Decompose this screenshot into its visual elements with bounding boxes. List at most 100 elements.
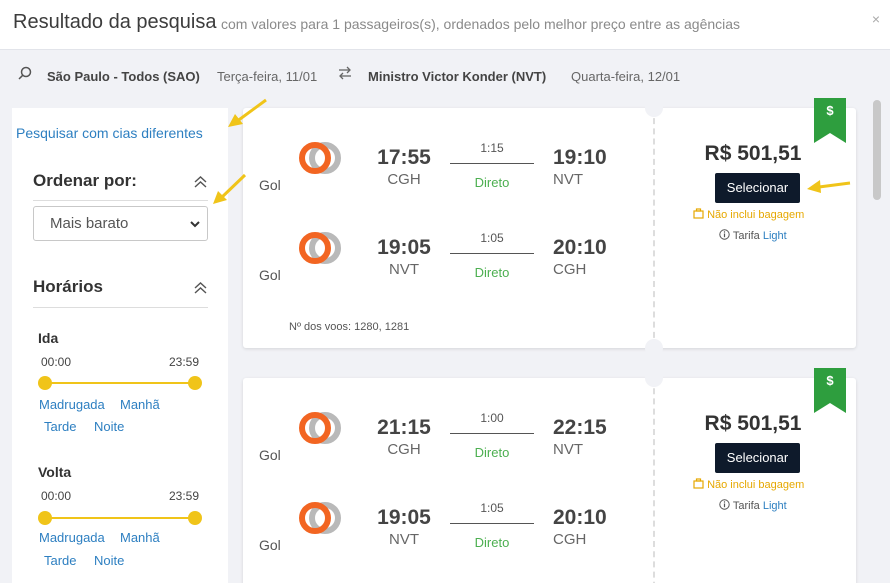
luggage-icon bbox=[693, 478, 704, 489]
fare-info: Tarifa Light bbox=[719, 229, 787, 242]
chevron-up-icon[interactable] bbox=[194, 282, 207, 294]
fare-prefix: Tarifa bbox=[732, 500, 760, 512]
baggage-text: Não inclui bagagem bbox=[707, 479, 805, 491]
baggage-info: Não inclui bagagem bbox=[693, 208, 833, 221]
chevron-down-icon bbox=[190, 221, 200, 228]
return-max-time: 23:59 bbox=[169, 489, 200, 503]
card-divider bbox=[653, 378, 655, 583]
slider-handle-max[interactable] bbox=[188, 511, 202, 525]
card-notch bbox=[645, 99, 663, 117]
duration-line bbox=[450, 163, 534, 164]
scrollbar-thumb[interactable] bbox=[873, 100, 881, 200]
outbound-time-slider[interactable] bbox=[38, 375, 202, 391]
chevron-up-icon[interactable] bbox=[194, 176, 207, 188]
filter-sidebar: Pesquisar com cias diferentes Ordenar po… bbox=[12, 108, 228, 583]
fare-name[interactable]: Light bbox=[763, 500, 787, 512]
return-time-slider[interactable] bbox=[38, 510, 202, 526]
departure-time: 19:05 bbox=[377, 236, 431, 259]
card-divider bbox=[653, 108, 655, 348]
arrival-time: 20:10 bbox=[553, 506, 607, 529]
period-manha[interactable]: Manhã bbox=[120, 397, 160, 412]
badge-symbol: $ bbox=[826, 103, 834, 118]
airline-name: Gol bbox=[259, 537, 281, 553]
departure-airport: NVT bbox=[389, 261, 419, 278]
result-card: Gol 17:55 CGH 1:15 Direto 19:10 NVT Gol … bbox=[243, 98, 856, 357]
stops-label: Direto bbox=[474, 535, 510, 550]
departure-time: 17:55 bbox=[377, 146, 431, 169]
result-card: Gol 21:15 CGH 1:00 Direto 22:15 NVT Gol … bbox=[243, 368, 856, 583]
slider-track bbox=[44, 382, 196, 384]
flight-leg-outbound: Gol 21:15 CGH 1:00 Direto 22:15 NVT bbox=[243, 411, 643, 491]
best-price-badge-icon: $ bbox=[814, 368, 846, 413]
fare-info: Tarifa Light bbox=[719, 499, 787, 512]
arrival-airport: CGH bbox=[553, 261, 587, 278]
flight-numbers: Nº dos voos: 1280, 1281 bbox=[289, 321, 410, 333]
page-title: Resultado da pesquisa bbox=[13, 11, 217, 33]
arrival-airport: CGH bbox=[553, 531, 587, 548]
route-summary: São Paulo - Todos (SAO) Terça-feira, 11/… bbox=[0, 52, 890, 98]
card-notch bbox=[645, 339, 663, 357]
period-manha[interactable]: Manhã bbox=[120, 530, 160, 545]
destination-date: Quarta-feira, 12/01 bbox=[571, 69, 681, 84]
arrival-airport: NVT bbox=[553, 441, 583, 458]
period-madrugada[interactable]: Madrugada bbox=[39, 397, 105, 412]
gol-logo-icon bbox=[299, 412, 341, 444]
arrival-airport: NVT bbox=[553, 171, 583, 188]
departure-airport: NVT bbox=[389, 531, 419, 548]
price: R$ 501,51 bbox=[704, 412, 802, 435]
gol-logo-icon bbox=[299, 142, 341, 174]
slider-handle-min[interactable] bbox=[38, 376, 52, 390]
outbound-label: Ida bbox=[38, 330, 59, 346]
period-tarde[interactable]: Tarde bbox=[44, 553, 77, 568]
stops-label: Direto bbox=[474, 445, 510, 460]
flight-duration: 1:05 bbox=[480, 501, 504, 515]
departure-time: 21:15 bbox=[377, 416, 431, 439]
outbound-max-time: 23:59 bbox=[169, 355, 200, 369]
annotation-arrow-icon bbox=[807, 180, 851, 193]
modal-header: Resultado da pesquisa com valores para 1… bbox=[0, 0, 890, 50]
airline-name: Gol bbox=[259, 447, 281, 463]
page-subtitle: com valores para 1 passageiros(s), orden… bbox=[221, 16, 741, 32]
info-icon bbox=[719, 499, 730, 510]
flight-leg-outbound: Gol 17:55 CGH 1:15 Direto 19:10 NVT bbox=[243, 141, 643, 221]
duration-line bbox=[450, 523, 534, 524]
flight-duration: 1:15 bbox=[480, 141, 504, 155]
flight-leg-return: Gol 19:05 NVT 1:05 Direto 20:10 CGH bbox=[243, 231, 643, 311]
slider-handle-max[interactable] bbox=[188, 376, 202, 390]
period-noite[interactable]: Noite bbox=[94, 419, 124, 434]
departure-time: 19:05 bbox=[377, 506, 431, 529]
duration-line bbox=[450, 433, 534, 434]
slider-track bbox=[44, 517, 196, 519]
badge-symbol: $ bbox=[826, 373, 834, 388]
swap-icon bbox=[339, 66, 351, 80]
sort-select[interactable]: Mais barato bbox=[33, 206, 208, 241]
best-price-badge-icon: $ bbox=[814, 98, 846, 143]
schedule-title: Horários bbox=[33, 277, 103, 296]
slider-handle-min[interactable] bbox=[38, 511, 52, 525]
airline-name: Gol bbox=[259, 177, 281, 193]
stops-label: Direto bbox=[474, 265, 510, 280]
close-icon[interactable]: × bbox=[872, 11, 880, 27]
card-notch bbox=[645, 369, 663, 387]
gol-logo-icon bbox=[299, 232, 341, 264]
origin-date: Terça-feira, 11/01 bbox=[217, 69, 318, 84]
divider bbox=[33, 200, 208, 201]
outbound-min-time: 00:00 bbox=[41, 355, 72, 369]
duration-line bbox=[450, 253, 534, 254]
sort-select-value: Mais barato bbox=[50, 215, 129, 232]
different-airlines-link[interactable]: Pesquisar com cias diferentes bbox=[16, 125, 203, 141]
fare-name[interactable]: Light bbox=[763, 230, 787, 242]
arrival-time: 22:15 bbox=[553, 416, 607, 439]
destination-airport: Ministro Victor Konder (NVT) bbox=[368, 69, 547, 84]
origin-airport: São Paulo - Todos (SAO) bbox=[47, 69, 200, 84]
period-tarde[interactable]: Tarde bbox=[44, 419, 77, 434]
select-button[interactable]: Selecionar bbox=[715, 173, 800, 203]
period-madrugada[interactable]: Madrugada bbox=[39, 530, 105, 545]
departure-airport: CGH bbox=[387, 441, 421, 458]
flight-leg-return: Gol 19:05 NVT 1:05 Direto 20:10 CGH bbox=[243, 501, 643, 581]
fare-prefix: Tarifa bbox=[732, 230, 760, 242]
select-button[interactable]: Selecionar bbox=[715, 443, 800, 473]
period-noite[interactable]: Noite bbox=[94, 553, 124, 568]
divider bbox=[33, 307, 208, 308]
departure-airport: CGH bbox=[387, 171, 421, 188]
